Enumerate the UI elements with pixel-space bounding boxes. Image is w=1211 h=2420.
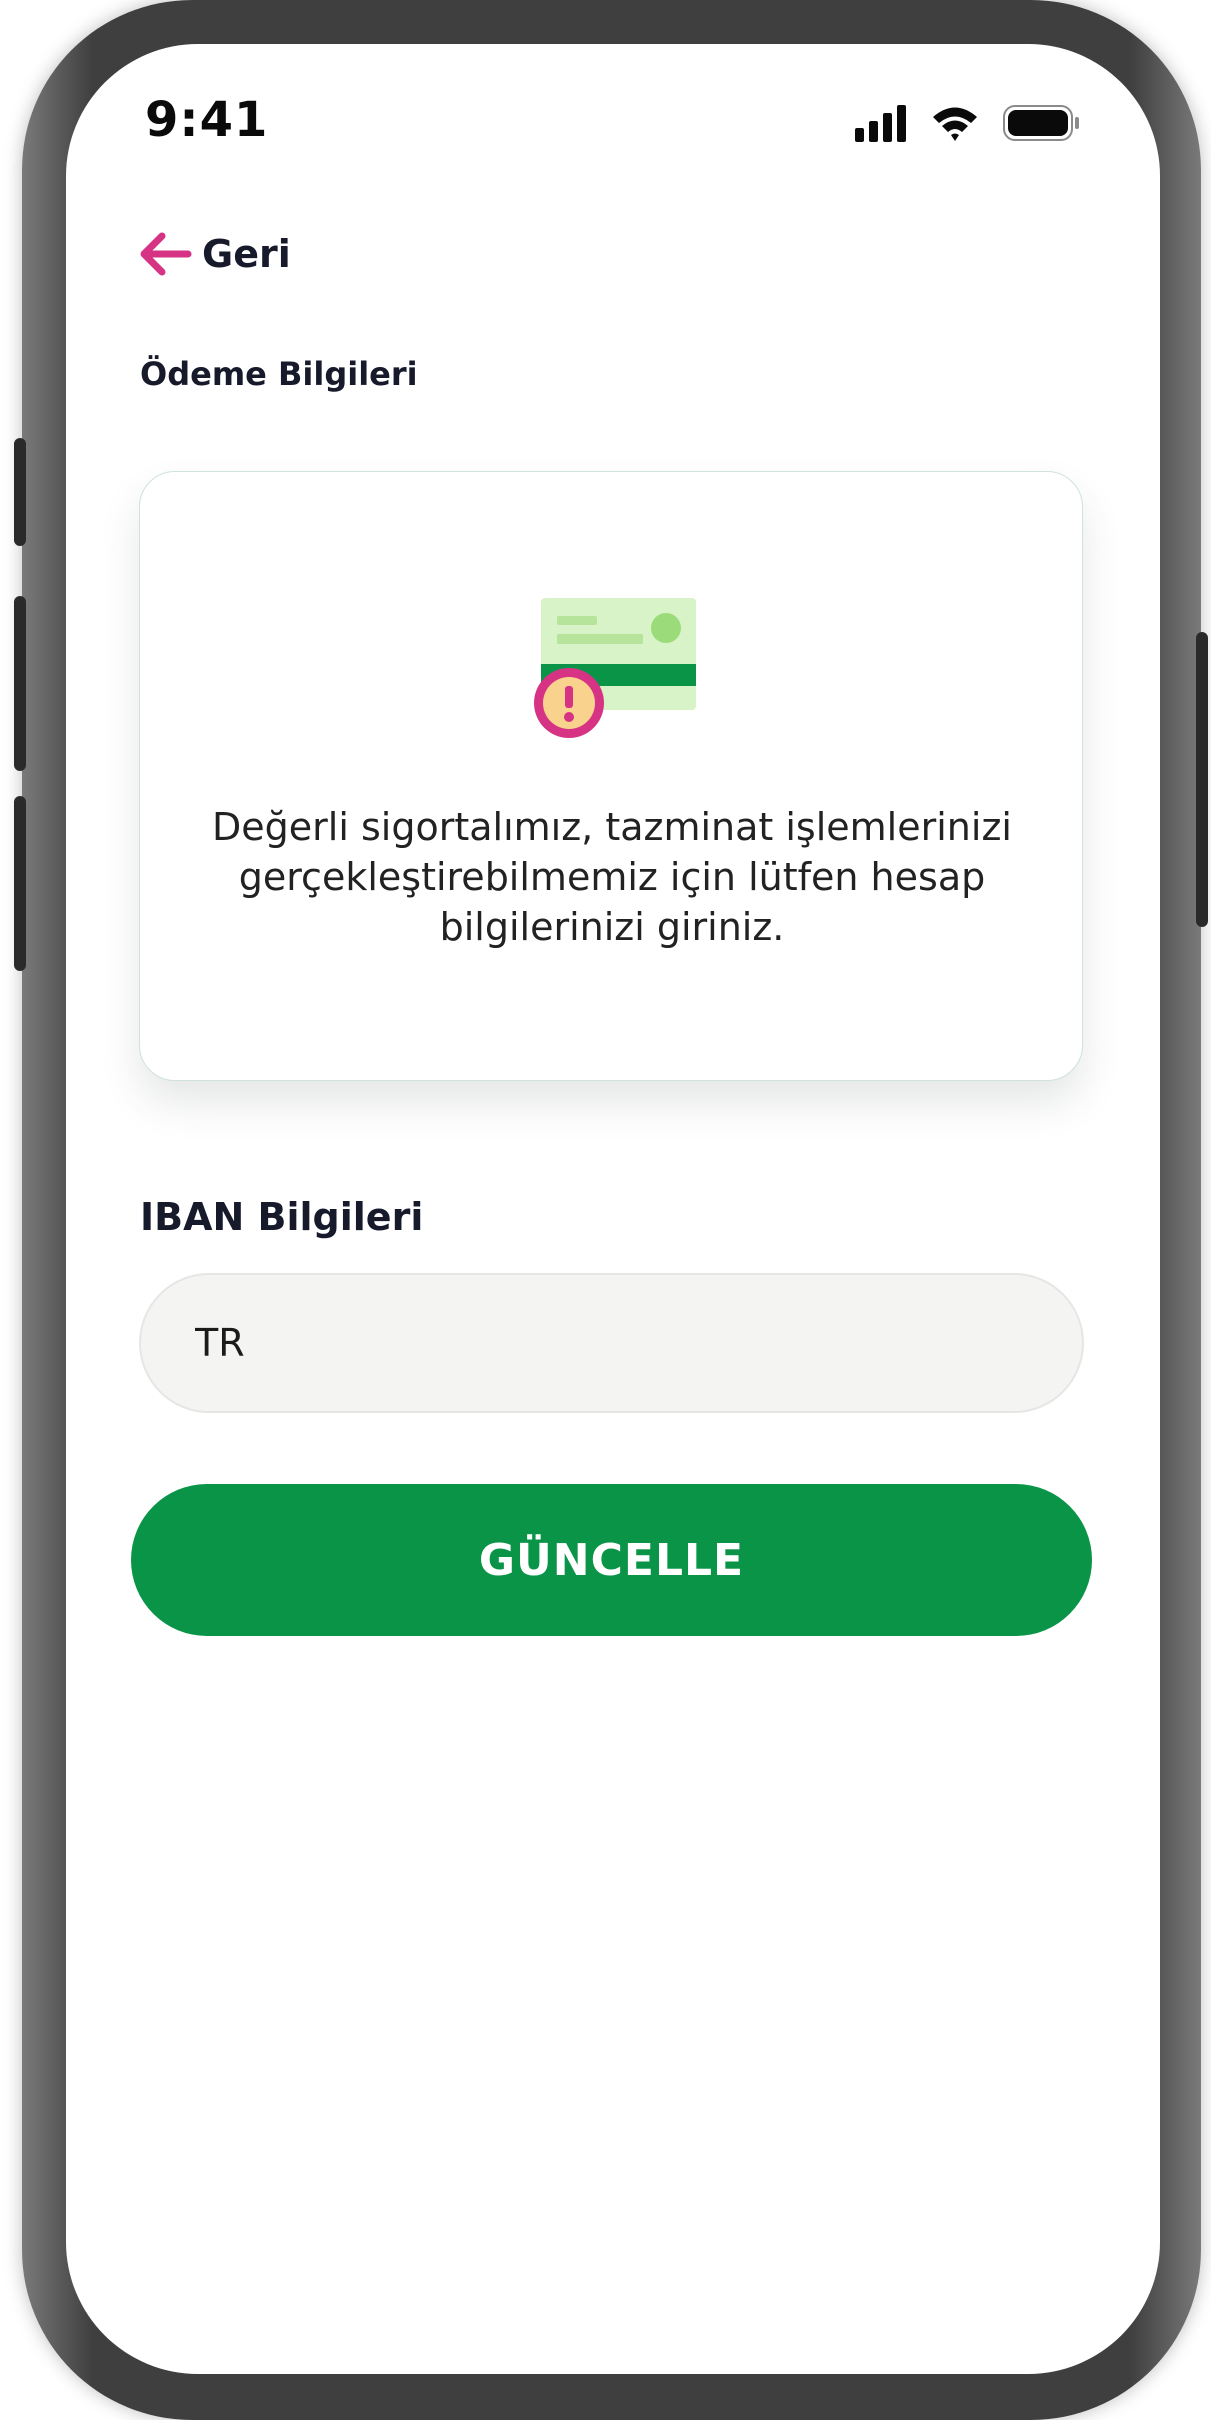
info-card: Değerli sigortalımız, tazminat işlemleri… — [139, 471, 1083, 1081]
phone-volume-up-button — [14, 596, 26, 771]
battery-icon — [1003, 105, 1079, 141]
phone-power-button — [1196, 632, 1208, 927]
status-time: 9:41 — [145, 92, 269, 148]
back-label: Geri — [202, 232, 291, 276]
phone-volume-down-button — [14, 796, 26, 971]
credit-card-warning-icon — [534, 598, 696, 738]
phone-side-button — [14, 438, 26, 546]
arrow-left-icon — [140, 232, 192, 276]
back-button[interactable]: Geri — [138, 226, 291, 282]
wifi-icon — [933, 107, 977, 141]
update-button[interactable]: GÜNCELLE — [131, 1484, 1092, 1636]
status-icons — [855, 105, 1079, 142]
iban-section-title: IBAN Bilgileri — [140, 1195, 424, 1239]
page-title: Ödeme Bilgileri — [140, 355, 418, 393]
info-card-message: Değerli sigortalımız, tazminat işlemleri… — [212, 805, 1012, 949]
cellular-signal-icon — [855, 105, 906, 142]
iban-input[interactable] — [139, 1273, 1084, 1413]
